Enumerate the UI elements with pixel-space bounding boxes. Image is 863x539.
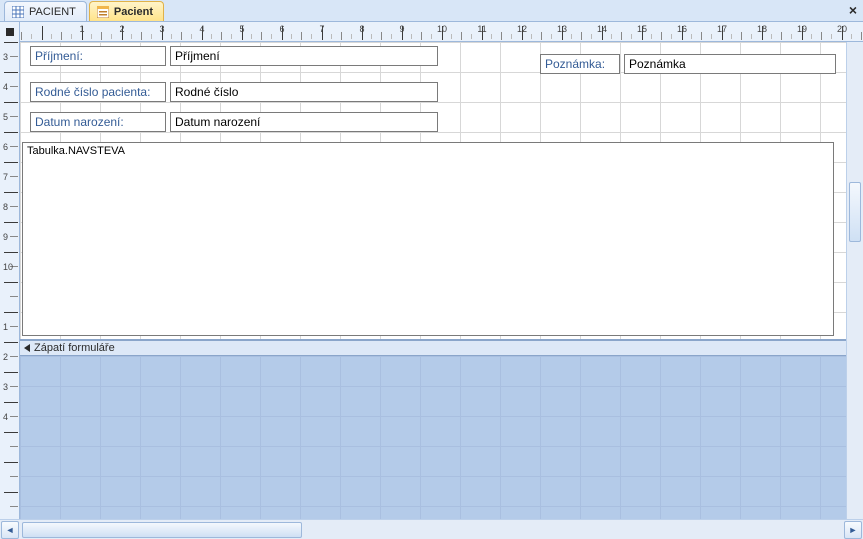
scroll-right-button[interactable]: ► (844, 521, 862, 539)
field-poznamka[interactable]: Poznámka (624, 54, 836, 74)
label-text: Rodné číslo pacienta: (35, 85, 150, 99)
form-icon (96, 5, 110, 19)
ruler-row: 123456789101112131415161718192021 (0, 22, 863, 42)
field-rodne-cislo[interactable]: Rodné číslo (170, 82, 438, 102)
tab-pacient-form[interactable]: Pacient (89, 1, 164, 21)
close-icon[interactable]: × (849, 2, 857, 18)
field-bound-text: Poznámka (629, 57, 686, 71)
subform-label: Tabulka.NAVSTEVA (27, 145, 125, 157)
scrollbar-thumb[interactable] (849, 182, 861, 242)
label-text: Příjmení: (35, 49, 83, 63)
tab-bar: PACIENT Pacient × (0, 0, 863, 22)
vertical-scrollbar[interactable] (846, 42, 863, 519)
label-prijmeni[interactable]: Příjmení: (30, 46, 166, 66)
field-datum-narozeni[interactable]: Datum narození (170, 112, 438, 132)
field-bound-text: Datum narození (175, 115, 260, 129)
vertical-ruler-column: 3456789101234 (0, 42, 20, 519)
section-bar-footer[interactable]: Zápatí formuláře (20, 340, 862, 356)
label-poznamka[interactable]: Poznámka: (540, 54, 620, 74)
scroll-left-button[interactable]: ◄ (1, 521, 19, 539)
select-all-corner[interactable] (0, 22, 20, 42)
horizontal-scrollbar[interactable]: ◄ ► (0, 519, 863, 539)
section-title: Zápatí formuláře (34, 342, 115, 354)
label-datum-narozeni[interactable]: Datum narození: (30, 112, 166, 132)
tab-label: Pacient (114, 6, 153, 18)
vertical-ruler[interactable]: 3456789101234 (0, 42, 19, 519)
scrollbar-thumb[interactable] (22, 522, 302, 538)
tab-pacient-table[interactable]: PACIENT (4, 1, 87, 21)
field-bound-text: Příjmení (175, 49, 220, 63)
field-bound-text: Rodné číslo (175, 85, 238, 99)
design-canvas[interactable]: Příjmení: Příjmení Rodné číslo pacienta:… (20, 42, 863, 519)
field-prijmeni[interactable]: Příjmení (170, 46, 438, 66)
detail-section[interactable]: Příjmení: Příjmení Rodné číslo pacienta:… (20, 42, 862, 340)
label-text: Poznámka: (545, 57, 605, 71)
label-text: Datum narození: (35, 115, 124, 129)
work-area: 3456789101234 Příjmení: Příjmení Rodné č… (0, 42, 863, 519)
selector-square-icon (6, 28, 14, 36)
scrollbar-track[interactable] (22, 522, 841, 538)
label-rodne-cislo[interactable]: Rodné číslo pacienta: (30, 82, 166, 102)
subform-navsteva[interactable]: Tabulka.NAVSTEVA (22, 142, 834, 336)
collapse-arrow-icon (24, 344, 30, 352)
table-icon (11, 5, 25, 19)
horizontal-ruler[interactable]: 123456789101112131415161718192021 (20, 22, 863, 41)
tab-label: PACIENT (29, 6, 76, 18)
form-footer-section[interactable] (20, 356, 862, 519)
